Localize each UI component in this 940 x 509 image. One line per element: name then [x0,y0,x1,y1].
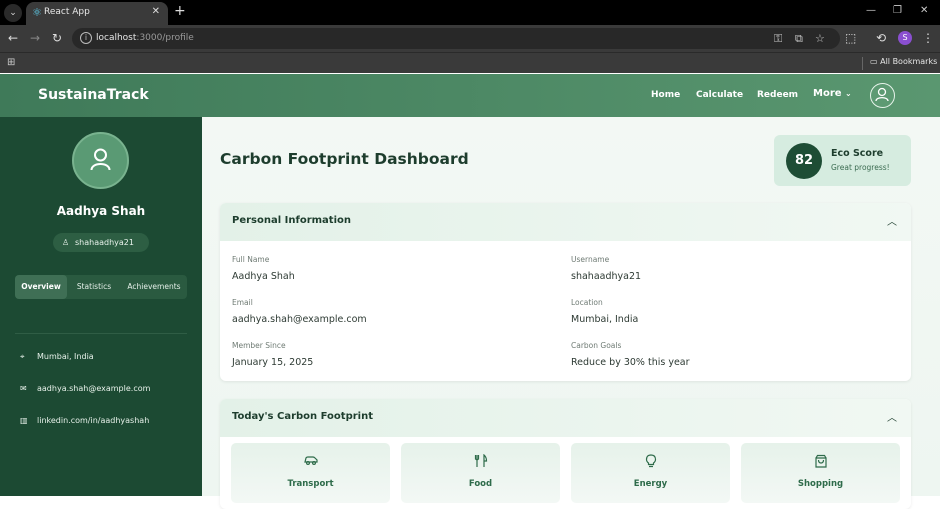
nav-calculate[interactable]: Calculate [696,90,743,100]
location-icon: ⌖ [20,352,25,361]
field-label-full-name: Full Name [232,255,270,264]
sync-icon[interactable]: ⟲ [876,31,886,45]
field-value-email: aadhya.shah@example.com [232,314,367,325]
dashboard-main: Carbon Footprint Dashboard 82 Eco Score … [202,117,940,509]
profile-sidebar: Aadhya Shah ♙ shahaadhya21 Overview Stat… [0,117,202,496]
mail-icon: ✉ [20,384,27,393]
card-title: Today's Carbon Footprint [232,411,373,422]
password-key-icon[interactable]: ⚿ [774,32,782,46]
profile-avatar-large [72,132,129,189]
field-value-location: Mumbai, India [571,314,639,325]
close-icon[interactable]: ✕ [152,6,160,17]
user-badge-icon: ♙ [62,238,70,247]
field-value-carbon-goals: Reduce by 30% this year [571,357,690,368]
field-label-location: Location [571,298,603,307]
category-transport[interactable]: Transport [231,443,390,503]
tab-achievements[interactable]: Achievements [121,275,187,299]
eco-score-value: 82 [786,143,822,179]
app-header: SustainaTrack Home Calculate Redeem More… [0,74,940,117]
user-icon [90,148,111,171]
field-label-email: Email [232,298,253,307]
tab-search-icon[interactable]: ⌄ [4,4,22,22]
back-icon[interactable]: ← [8,31,18,45]
all-bookmarks-link[interactable]: ▭ All Bookmarks [870,57,937,66]
chevron-up-icon[interactable]: ︿ [887,213,897,228]
browser-tab-bar: ⌄ ⚛ React App ✕ + — ❐ ✕ [0,0,940,25]
field-label-username: Username [571,255,610,264]
bookmarks-divider [862,57,863,70]
nav-more-dropdown[interactable]: More ⌄ [813,88,852,99]
browser-tab[interactable]: ⚛ React App ✕ [26,2,168,25]
todays-footprint-header[interactable]: Today's Carbon Footprint ︿ [220,399,911,437]
tab-statistics[interactable]: Statistics [67,275,121,299]
site-info-icon[interactable]: i [80,32,92,44]
tab-overview[interactable]: Overview [15,275,67,299]
category-food[interactable]: Food [401,443,560,503]
react-icon: ⚛ [32,6,42,19]
category-label: Shopping [797,479,844,489]
category-label: Food [468,479,493,489]
profile-name: Aadhya Shah [56,204,146,218]
minimize-icon[interactable]: — [866,5,876,16]
extensions-icon[interactable]: ⬚ [845,31,856,45]
category-energy[interactable]: Energy [571,443,730,503]
chevron-down-icon: ⌄ [845,89,852,98]
sidebar-divider [15,333,187,334]
tab-title: React App [44,7,90,17]
car-icon [231,454,390,469]
lightbulb-icon [571,454,730,471]
user-avatar-button[interactable] [870,83,895,108]
utensils-icon [401,453,560,471]
user-icon [875,87,889,102]
browser-toolbar: ← → ↻ i localhost:3000/profile ⚿ ⧉ ☆ ⬚ ⟲… [0,25,940,52]
profile-avatar[interactable]: S [898,31,912,45]
eco-score-card: 82 Eco Score Great progress! [774,135,911,186]
reload-icon[interactable]: ↻ [52,31,62,45]
eco-score-label: Eco Score [831,148,884,159]
category-label: Energy [633,479,668,489]
field-label-member-since: Member Since [232,341,286,350]
field-label-carbon-goals: Carbon Goals [571,341,622,350]
forward-icon[interactable]: → [30,31,40,45]
folder-icon: ▭ [870,57,878,66]
field-value-member-since: January 15, 2025 [232,357,314,368]
address-bar[interactable]: i localhost:3000/profile ⚿ ⧉ ☆ [72,28,840,49]
menu-kebab-icon[interactable]: ⋮ [922,31,934,45]
field-value-username: shahaadhya21 [571,271,642,282]
username-badge: ♙ shahaadhya21 [53,233,149,252]
install-app-icon[interactable]: ⧉ [795,32,803,46]
bookmark-star-icon[interactable]: ☆ [815,32,825,45]
field-value-full-name: Aadhya Shah [232,271,295,282]
nav-redeem[interactable]: Redeem [757,90,798,100]
card-title: Personal Information [232,215,351,226]
profile-tabs: Overview Statistics Achievements [15,275,187,299]
personal-info-header[interactable]: Personal Information ︿ [220,203,911,241]
window-close-icon[interactable]: ✕ [920,5,928,16]
restore-icon[interactable]: ❐ [893,5,902,16]
shopping-bag-icon [741,454,900,471]
category-shopping[interactable]: Shopping [741,443,900,503]
todays-footprint-card: Today's Carbon Footprint ︿ Transport Foo… [220,399,911,509]
apps-grid-icon[interactable]: ⊞ [7,57,15,68]
url-text: localhost:3000/profile [96,33,194,43]
chevron-up-icon[interactable]: ︿ [887,409,897,424]
bookmarks-bar: ⊞ ▭ All Bookmarks [0,52,940,73]
brand-logo[interactable]: SustainaTrack [38,87,149,103]
nav-home[interactable]: Home [651,90,680,100]
personal-info-card: Personal Information ︿ Full Name Aadhya … [220,203,911,381]
page-title: Carbon Footprint Dashboard [220,150,469,168]
eco-score-subtitle: Great progress! [831,163,890,172]
new-tab-icon[interactable]: + [174,4,186,18]
category-label: Transport [287,479,334,489]
linkedin-icon: ▥ [20,416,28,425]
